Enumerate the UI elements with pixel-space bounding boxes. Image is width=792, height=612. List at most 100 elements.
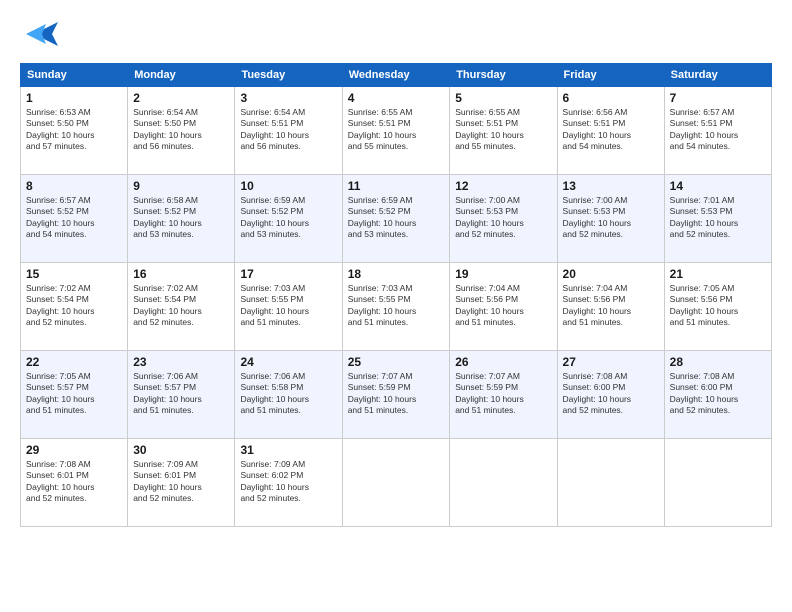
day-number: 16 [133,267,229,281]
calendar-header-tuesday: Tuesday [235,64,342,87]
calendar-cell [342,439,450,527]
day-info: Sunrise: 7:09 AM Sunset: 6:01 PM Dayligh… [133,459,229,505]
calendar-cell: 22 Sunrise: 7:05 AM Sunset: 5:57 PM Dayli… [21,351,128,439]
calendar-header-monday: Monday [128,64,235,87]
day-info: Sunrise: 7:06 AM Sunset: 5:58 PM Dayligh… [240,371,336,417]
calendar-cell: 14 Sunrise: 7:01 AM Sunset: 5:53 PM Dayli… [664,175,771,263]
calendar-week-3: 15 Sunrise: 7:02 AM Sunset: 5:54 PM Dayli… [21,263,772,351]
day-info: Sunrise: 7:08 AM Sunset: 6:00 PM Dayligh… [563,371,659,417]
day-info: Sunrise: 7:00 AM Sunset: 5:53 PM Dayligh… [563,195,659,241]
day-number: 30 [133,443,229,457]
day-number: 4 [348,91,445,105]
day-info: Sunrise: 7:06 AM Sunset: 5:57 PM Dayligh… [133,371,229,417]
calendar-cell: 21 Sunrise: 7:05 AM Sunset: 5:56 PM Dayli… [664,263,771,351]
day-info: Sunrise: 7:08 AM Sunset: 6:00 PM Dayligh… [670,371,766,417]
day-info: Sunrise: 7:07 AM Sunset: 5:59 PM Dayligh… [348,371,445,417]
day-number: 2 [133,91,229,105]
calendar-week-2: 8Sunrise: 6:57 AM Sunset: 5:52 PM Daylig… [21,175,772,263]
day-number: 12 [455,179,551,193]
calendar-cell: 1 Sunrise: 6:53 AM Sunset: 5:50 PM Daylig… [21,87,128,175]
calendar-week-5: 29 Sunrise: 7:08 AM Sunset: 6:01 PM Dayli… [21,439,772,527]
calendar-cell: 10 Sunrise: 6:59 AM Sunset: 5:52 PM Dayli… [235,175,342,263]
calendar-cell: 20 Sunrise: 7:04 AM Sunset: 5:56 PM Dayli… [557,263,664,351]
day-info: Sunrise: 7:03 AM Sunset: 5:55 PM Dayligh… [240,283,336,329]
calendar-cell: 7 Sunrise: 6:57 AM Sunset: 5:51 PM Daylig… [664,87,771,175]
day-number: 29 [26,443,122,457]
day-number: 15 [26,267,122,281]
calendar-cell: 19 Sunrise: 7:04 AM Sunset: 5:56 PM Dayli… [450,263,557,351]
calendar-cell: 4Sunrise: 6:55 AM Sunset: 5:51 PM Daylig… [342,87,450,175]
day-number: 7 [670,91,766,105]
day-number: 27 [563,355,659,369]
day-info: Sunrise: 6:57 AM Sunset: 5:51 PM Dayligh… [670,107,766,153]
calendar-cell: 5 Sunrise: 6:55 AM Sunset: 5:51 PM Daylig… [450,87,557,175]
day-info: Sunrise: 7:09 AM Sunset: 6:02 PM Dayligh… [240,459,336,505]
calendar-cell: 16 Sunrise: 7:02 AM Sunset: 5:54 PM Dayli… [128,263,235,351]
day-info: Sunrise: 7:04 AM Sunset: 5:56 PM Dayligh… [455,283,551,329]
calendar-cell: 31 Sunrise: 7:09 AM Sunset: 6:02 PM Dayli… [235,439,342,527]
calendar-header-row: SundayMondayTuesdayWednesdayThursdayFrid… [21,64,772,87]
calendar-cell: 26Sunrise: 7:07 AM Sunset: 5:59 PM Dayli… [450,351,557,439]
calendar-cell: 29 Sunrise: 7:08 AM Sunset: 6:01 PM Dayli… [21,439,128,527]
calendar-header-wednesday: Wednesday [342,64,450,87]
day-info: Sunrise: 7:05 AM Sunset: 5:57 PM Dayligh… [26,371,122,417]
day-number: 3 [240,91,336,105]
day-number: 1 [26,91,122,105]
day-number: 14 [670,179,766,193]
day-number: 9 [133,179,229,193]
calendar-cell: 9 Sunrise: 6:58 AM Sunset: 5:52 PM Daylig… [128,175,235,263]
calendar-header-saturday: Saturday [664,64,771,87]
day-info: Sunrise: 6:55 AM Sunset: 5:51 PM Dayligh… [455,107,551,153]
day-number: 20 [563,267,659,281]
day-info: Sunrise: 6:53 AM Sunset: 5:50 PM Dayligh… [26,107,122,153]
day-info: Sunrise: 7:01 AM Sunset: 5:53 PM Dayligh… [670,195,766,241]
day-info: Sunrise: 7:08 AM Sunset: 6:01 PM Dayligh… [26,459,122,505]
calendar-cell [557,439,664,527]
day-info: Sunrise: 6:57 AM Sunset: 5:52 PM Dayligh… [26,195,122,241]
page: SundayMondayTuesdayWednesdayThursdayFrid… [0,0,792,612]
calendar-cell [664,439,771,527]
calendar-cell: 6 Sunrise: 6:56 AM Sunset: 5:51 PM Daylig… [557,87,664,175]
day-number: 26 [455,355,551,369]
calendar-week-1: 1 Sunrise: 6:53 AM Sunset: 5:50 PM Daylig… [21,87,772,175]
day-number: 18 [348,267,445,281]
day-number: 19 [455,267,551,281]
calendar-cell: 13 Sunrise: 7:00 AM Sunset: 5:53 PM Dayli… [557,175,664,263]
calendar-cell: 28Sunrise: 7:08 AM Sunset: 6:00 PM Dayli… [664,351,771,439]
day-info: Sunrise: 7:02 AM Sunset: 5:54 PM Dayligh… [133,283,229,329]
logo [20,18,58,53]
calendar-cell: 12Sunrise: 7:00 AM Sunset: 5:53 PM Dayli… [450,175,557,263]
day-info: Sunrise: 6:54 AM Sunset: 5:50 PM Dayligh… [133,107,229,153]
header [20,18,772,53]
day-number: 11 [348,179,445,193]
day-info: Sunrise: 6:56 AM Sunset: 5:51 PM Dayligh… [563,107,659,153]
calendar-cell: 25Sunrise: 7:07 AM Sunset: 5:59 PM Dayli… [342,351,450,439]
day-number: 6 [563,91,659,105]
day-number: 17 [240,267,336,281]
day-number: 23 [133,355,229,369]
day-info: Sunrise: 7:04 AM Sunset: 5:56 PM Dayligh… [563,283,659,329]
calendar-header-sunday: Sunday [21,64,128,87]
day-info: Sunrise: 6:59 AM Sunset: 5:52 PM Dayligh… [240,195,336,241]
calendar-cell: 30 Sunrise: 7:09 AM Sunset: 6:01 PM Dayli… [128,439,235,527]
day-number: 21 [670,267,766,281]
calendar-cell: 17 Sunrise: 7:03 AM Sunset: 5:55 PM Dayli… [235,263,342,351]
day-number: 10 [240,179,336,193]
logo-icon [26,20,58,53]
day-info: Sunrise: 7:02 AM Sunset: 5:54 PM Dayligh… [26,283,122,329]
day-number: 22 [26,355,122,369]
day-info: Sunrise: 6:58 AM Sunset: 5:52 PM Dayligh… [133,195,229,241]
day-number: 5 [455,91,551,105]
calendar-cell: 11 Sunrise: 6:59 AM Sunset: 5:52 PM Dayli… [342,175,450,263]
calendar-cell: 18Sunrise: 7:03 AM Sunset: 5:55 PM Dayli… [342,263,450,351]
calendar-cell: 24Sunrise: 7:06 AM Sunset: 5:58 PM Dayli… [235,351,342,439]
calendar-week-4: 22 Sunrise: 7:05 AM Sunset: 5:57 PM Dayli… [21,351,772,439]
day-number: 31 [240,443,336,457]
day-number: 13 [563,179,659,193]
calendar-cell: 3Sunrise: 6:54 AM Sunset: 5:51 PM Daylig… [235,87,342,175]
day-info: Sunrise: 6:59 AM Sunset: 5:52 PM Dayligh… [348,195,445,241]
calendar-cell: 15 Sunrise: 7:02 AM Sunset: 5:54 PM Dayli… [21,263,128,351]
day-info: Sunrise: 7:05 AM Sunset: 5:56 PM Dayligh… [670,283,766,329]
calendar: SundayMondayTuesdayWednesdayThursdayFrid… [20,63,772,527]
calendar-cell [450,439,557,527]
